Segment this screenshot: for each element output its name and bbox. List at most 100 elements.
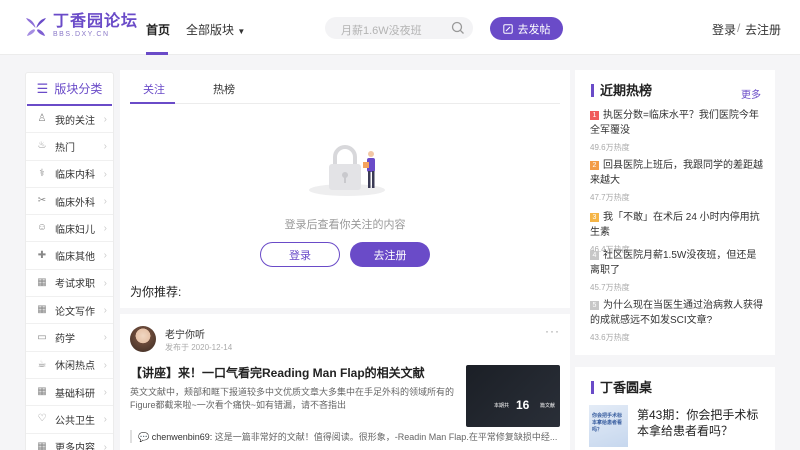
hot-item-title[interactable]: 3 我「不敢」在术后 24 小时内停用抗生素 bbox=[590, 210, 765, 240]
avatar[interactable] bbox=[130, 326, 156, 352]
sidebar-item[interactable]: ▦ 更多内容 › bbox=[26, 434, 113, 450]
sidebar-item-label: 论文写作 bbox=[55, 306, 95, 318]
sidebar-item[interactable]: ▭ 药学 › bbox=[26, 324, 113, 352]
sidebar-item-label: 热门 bbox=[55, 142, 75, 154]
search-icon[interactable] bbox=[451, 21, 465, 35]
hot-comment[interactable]: 💬 chenwenbin69: 这是一篇非常好的文献！值得阅读。很形象，-Rea… bbox=[130, 430, 560, 443]
hot-item-heat: 47.7万热度 bbox=[590, 193, 630, 202]
sidebar-item[interactable]: ♡ 公共卫生 › bbox=[26, 406, 113, 434]
post-title[interactable]: 【讲座】来！一口气看完Reading Man Flap的相关文献 bbox=[130, 364, 460, 381]
login-button[interactable]: 登录 bbox=[260, 242, 340, 267]
recommend-heading: 为你推荐: bbox=[130, 285, 182, 299]
hot-item-title-text: 执医分数=临床水平？我们医院今年全军覆没 bbox=[590, 110, 759, 136]
search-input[interactable]: 月薪1.6W没夜班 bbox=[325, 17, 473, 39]
hot-item-title[interactable]: 1 执医分数=临床水平？我们医院今年全军覆没 bbox=[590, 108, 765, 138]
thumb-caption-left: 本期共 bbox=[494, 403, 510, 409]
thumb-caption-right: 篇文献 bbox=[540, 403, 556, 409]
roundtable-thumbnail[interactable]: 你会把手术标本拿给患者看吗？ bbox=[589, 405, 628, 447]
roundtable-title: 丁香圆桌 bbox=[591, 381, 652, 394]
header-register-link[interactable]: 去注册 bbox=[745, 21, 781, 38]
chevron-right-icon: › bbox=[103, 305, 107, 317]
sidebar-header: ☰ 版块分类 bbox=[27, 73, 112, 106]
post-card[interactable]: 老宁你听 发布于 2020-12-14 ··· 【讲座】来！一口气看完Readi… bbox=[120, 308, 570, 450]
comment-user[interactable]: chenwenbin69: bbox=[152, 432, 213, 442]
chevron-right-icon: › bbox=[103, 168, 107, 180]
feed-tabs: 关注 热榜 bbox=[130, 70, 560, 104]
post-thumbnail[interactable]: 本期共 16 篇文献 bbox=[466, 365, 560, 427]
rank-badge: 4 bbox=[590, 251, 599, 260]
sidebar-item[interactable]: ♙ 我的关注 › bbox=[26, 106, 113, 134]
rank-badge: 1 bbox=[590, 111, 599, 120]
hot-list-item[interactable]: 5 为什么现在当医生通过治病救人获得的成就感远不如发SCI文章? 43.6万热度 bbox=[590, 298, 765, 343]
tab-following[interactable]: 关注 bbox=[143, 81, 165, 97]
chevron-right-icon: › bbox=[103, 223, 107, 235]
sidebar-item[interactable]: ☕ 休闲热点 › bbox=[26, 352, 113, 379]
hot-list-item[interactable]: 4 社区医院月薪1.5W没夜班，但还是离职了 45.7万热度 bbox=[590, 248, 765, 293]
hot-list-item[interactable]: 2 回县医院上班后，我跟同学的差距越来越大 47.7万热度 bbox=[590, 158, 765, 203]
header-separator: / bbox=[737, 21, 741, 35]
create-post-button[interactable]: 去发帖 bbox=[490, 17, 563, 40]
post-author[interactable]: 老宁你听 bbox=[165, 326, 205, 341]
nav-home[interactable]: 首页 bbox=[146, 21, 170, 38]
logo-subtitle: BBS.DXY.CN bbox=[53, 31, 110, 38]
heart-shield-icon: ♡ bbox=[37, 413, 47, 425]
hot-item-title[interactable]: 2 回县医院上班后，我跟同学的差距越来越大 bbox=[590, 158, 765, 188]
tab-hot[interactable]: 热榜 bbox=[213, 81, 235, 97]
header-login-link[interactable]: 登录 bbox=[712, 21, 736, 38]
rank-badge: 5 bbox=[590, 301, 599, 310]
lock-illustration-icon bbox=[309, 145, 385, 196]
top-header: 丁香园论坛 BBS.DXY.CN 首页 全部版块 ▼ 月薪1.6W没夜班 去发帖… bbox=[0, 0, 800, 55]
sidebar-item[interactable]: ▦ 基础科研 › bbox=[26, 379, 113, 407]
sidebar-item-label: 药学 bbox=[55, 334, 75, 346]
sidebar-item[interactable]: ✚ 临床其他 › bbox=[26, 242, 113, 270]
comment-text: 这是一篇非常好的文献！值得阅读。很形象，-Readin Man Flap.在平常… bbox=[212, 432, 558, 442]
nav-all-label: 全部版块 bbox=[186, 23, 235, 37]
nav-all-boards[interactable]: 全部版块 ▼ bbox=[186, 21, 245, 38]
hot-item-title-text: 我「不敢」在术后 24 小时内停用抗生素 bbox=[590, 212, 760, 238]
site-logo[interactable]: 丁香园论坛 BBS.DXY.CN bbox=[24, 14, 138, 39]
chevron-right-icon: › bbox=[103, 250, 107, 262]
sidebar-item[interactable]: ▦ 考试求职 › bbox=[26, 270, 113, 298]
grid-icon: ▦ bbox=[37, 276, 47, 288]
hot-list-item[interactable]: 1 执医分数=临床水平？我们医院今年全军覆没 49.6万热度 bbox=[590, 108, 765, 153]
chevron-right-icon: › bbox=[103, 141, 107, 153]
search-placeholder: 月薪1.6W没夜班 bbox=[341, 25, 422, 37]
chevron-right-icon: › bbox=[103, 359, 107, 371]
hot-list-title: 近期热榜 bbox=[591, 84, 652, 97]
stethoscope-icon: ⚕ bbox=[39, 167, 45, 179]
sidebar-item-label: 临床内科 bbox=[55, 170, 95, 182]
nav-active-indicator bbox=[146, 52, 168, 55]
roundtable-episode-title[interactable]: 第43期：你会把手术标本拿给患者看吗？ bbox=[637, 407, 767, 439]
hot-item-title[interactable]: 5 为什么现在当医生通过治病救人获得的成就感远不如发SCI文章? bbox=[590, 298, 765, 328]
hot-item-heat: 43.6万热度 bbox=[590, 333, 630, 342]
more-options-icon[interactable]: ··· bbox=[545, 324, 560, 338]
chevron-right-icon: › bbox=[103, 277, 107, 289]
sidebar-item-label: 考试求职 bbox=[55, 279, 95, 291]
chevron-right-icon: › bbox=[103, 114, 107, 125]
pill-icon: ▭ bbox=[37, 331, 47, 343]
hot-list-more-link[interactable]: 更多 bbox=[741, 86, 761, 101]
edit-icon bbox=[502, 23, 513, 34]
sidebar-title: 版块分类 bbox=[54, 82, 103, 96]
baby-icon: ☺ bbox=[36, 222, 48, 234]
grid-icon: ▦ bbox=[37, 440, 47, 450]
post-date: 发布于 2020-12-14 bbox=[165, 343, 233, 352]
rank-badge: 3 bbox=[590, 213, 599, 222]
hot-item-title-text: 为什么现在当医生通过治病救人获得的成就感远不如发SCI文章? bbox=[590, 300, 763, 326]
sidebar-item[interactable]: ⚕ 临床内科 › bbox=[26, 161, 113, 188]
post-excerpt[interactable]: 英文文献中，颊部和眶下报道较多中文优质文章大多集中在手足外科的领域所有的Figu… bbox=[130, 386, 460, 412]
hot-item-heat: 45.7万热度 bbox=[590, 283, 630, 292]
hot-item-title[interactable]: 4 社区医院月薪1.5W没夜班，但还是离职了 bbox=[590, 248, 765, 278]
flame-icon: ♨ bbox=[37, 140, 47, 152]
chevron-right-icon: › bbox=[103, 332, 107, 344]
caret-down-icon: ▼ bbox=[237, 27, 246, 36]
list-icon: ☰ bbox=[36, 80, 49, 96]
sidebar-item[interactable]: ✂ 临床外科 › bbox=[26, 188, 113, 216]
hot-list-card: 近期热榜 更多 1 执医分数=临床水平？我们医院今年全军覆没 49.6万热度 2 回县医… bbox=[575, 70, 775, 355]
sidebar-item[interactable]: ☺ 临床妇儿 › bbox=[26, 215, 113, 243]
register-button[interactable]: 去注册 bbox=[350, 242, 430, 267]
sidebar-item[interactable]: ♨ 热门 › bbox=[26, 133, 113, 161]
sidebar-item[interactable]: ▦ 论文写作 › bbox=[26, 297, 113, 325]
scissors-icon: ✂ bbox=[37, 195, 47, 207]
chevron-right-icon: › bbox=[103, 386, 107, 398]
